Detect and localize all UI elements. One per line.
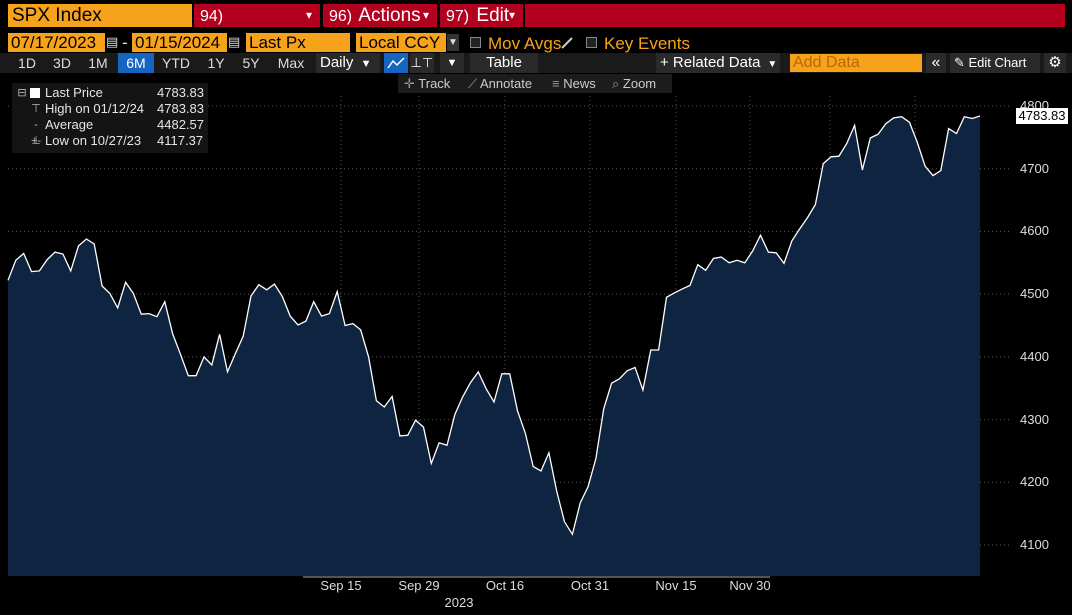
y-tick-label: 4400 (1020, 348, 1049, 364)
legend-label: Low on 10/27/23 (45, 133, 142, 148)
collapse-toggle-icon[interactable]: ⊟ (16, 85, 28, 101)
legend-average: -+- Average 4482.57 (12, 117, 208, 147)
legend-value: 4482.57 (157, 117, 204, 132)
legend-label: High on 01/12/24 (45, 101, 145, 116)
y-tick-label: 4100 (1020, 537, 1049, 552)
legend-value: 4117.37 (157, 133, 204, 148)
x-year-label: 2023 (444, 595, 474, 610)
legend-label: Last Price (45, 85, 103, 100)
x-tick-label: Sep 29 (398, 578, 440, 593)
legend-high: ⊤ High on 01/12/24 4783.83 (12, 101, 208, 117)
last-price-badge: 4783.83 (1016, 108, 1068, 124)
y-tick-label: 4700 (1020, 160, 1049, 176)
x-tick-label: Nov 30 (729, 578, 771, 593)
low-marker-icon: ⊥ (31, 135, 41, 147)
legend-value: 4783.83 (157, 101, 204, 116)
high-marker-icon: ⊤ (31, 103, 41, 115)
legend-last-price: ⊟ Last Price 4783.83 (12, 85, 208, 101)
legend-low: ⊥ Low on 10/27/23 4117.37 (12, 133, 208, 149)
y-tick-label: 4500 (1020, 286, 1049, 302)
legend-label: Average (45, 117, 94, 132)
series-color-swatch (30, 88, 40, 98)
y-tick-label: 4200 (1020, 474, 1049, 490)
legend-value: 4783.83 (157, 85, 204, 100)
x-tick-label: Nov 15 (655, 578, 697, 593)
chart-legend: ⊟ Last Price 4783.83 ⊤ High on 01/12/24 … (12, 83, 208, 153)
x-tick-label: Oct 31 (570, 578, 610, 593)
y-tick-label: 4300 (1020, 411, 1049, 427)
y-tick-label: 4600 (1020, 223, 1049, 239)
x-tick-label: Oct 16 (485, 578, 525, 593)
x-tick-label: Sep 15 (320, 578, 362, 593)
price-area-fill (8, 116, 980, 576)
